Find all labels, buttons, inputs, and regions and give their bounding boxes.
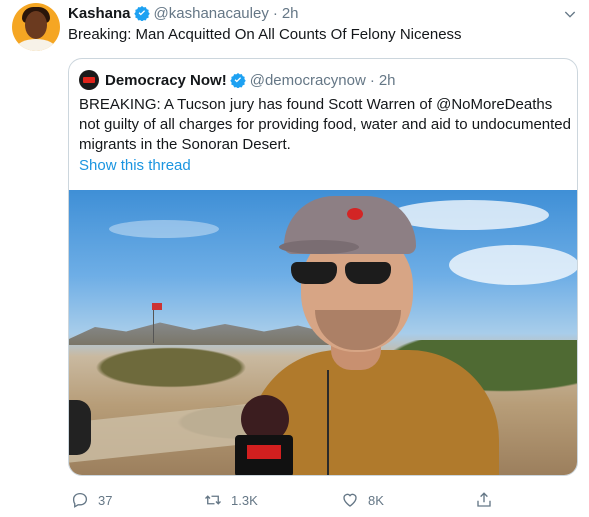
author-handle[interactable]: @kashanacauley (154, 5, 269, 22)
sunglasses (291, 262, 397, 284)
timestamp[interactable]: 2h (282, 5, 299, 22)
avatar-face (25, 11, 47, 39)
verified-badge-icon (133, 6, 150, 21)
flag (152, 303, 162, 310)
cap-logo (347, 208, 363, 220)
chevron-down-icon[interactable] (562, 6, 578, 22)
cloud (449, 245, 577, 285)
reply-count: 37 (98, 492, 113, 508)
heart-icon (343, 493, 357, 507)
mic-cable (327, 370, 329, 475)
separator-dot: · (272, 4, 278, 22)
quoted-text: BREAKING: A Tucson jury has found Scott … (79, 95, 574, 155)
sunglasses-lens-right (345, 262, 391, 284)
avatar-body (16, 39, 56, 51)
cap-brim (279, 240, 359, 254)
share-button[interactable] (475, 490, 502, 510)
quoted-media-image[interactable] (69, 190, 577, 475)
democracy-now-logo-icon (79, 70, 99, 90)
separator-dot: · (369, 71, 375, 89)
microphone (229, 395, 299, 475)
reply-button[interactable]: 37 (71, 490, 112, 510)
show-thread-link[interactable]: Show this thread (79, 157, 191, 174)
verified-badge-icon (229, 73, 246, 88)
sunglasses-lens-left (291, 262, 337, 284)
retweet-count: 1.3K (231, 492, 258, 508)
retweet-icon (205, 495, 221, 505)
author-name[interactable]: Kashana (68, 5, 131, 22)
mention-link[interactable]: @NoMoreDeaths (436, 96, 552, 113)
cloud (109, 220, 219, 238)
like-button[interactable]: 8K (341, 490, 384, 510)
tweet-header: Kashana @kashanacauley · 2h (68, 3, 299, 23)
quoted-author-handle[interactable]: @democracynow (250, 72, 366, 89)
share-icon (477, 492, 491, 507)
quoted-text-end: not guilty of all charges for providing … (79, 116, 571, 153)
mic-flag-logo (247, 445, 281, 459)
quoted-text-start: BREAKING: A Tucson jury has found Scott … (79, 96, 437, 113)
quoted-header: Democracy Now! @democracynow · 2h (79, 70, 396, 90)
tweet-text: Breaking: Man Acquitted On All Counts Of… (68, 26, 462, 43)
quoted-timestamp[interactable]: 2h (379, 72, 396, 89)
quoted-author-name[interactable]: Democracy Now! (105, 72, 227, 89)
retweet-button[interactable]: 1.3K (204, 490, 258, 510)
microphone-edge (69, 400, 91, 455)
quoted-tweet-card[interactable]: Democracy Now! @democracynow · 2h BREAKI… (68, 58, 578, 476)
like-count: 8K (368, 492, 384, 508)
cloud (389, 200, 549, 230)
reply-icon (72, 492, 88, 508)
avatar[interactable] (12, 3, 60, 51)
